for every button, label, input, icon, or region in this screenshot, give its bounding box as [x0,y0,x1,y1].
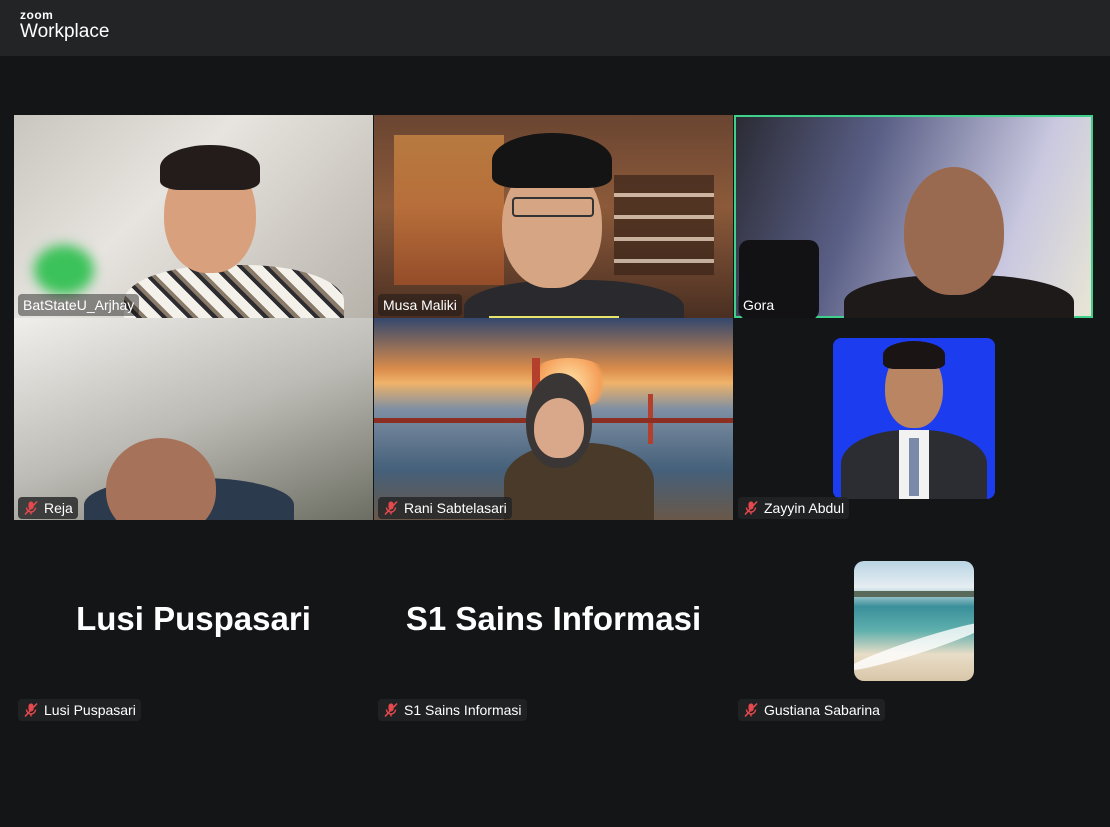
participant-tie [909,438,919,496]
beach-photo [854,561,974,681]
participant-hair [883,341,945,369]
muted-microphone-icon [23,500,39,516]
participant-display-name: S1 Sains Informasi [405,600,702,637]
participant-body [124,265,344,318]
profile-photo [833,338,995,499]
muted-microphone-icon [743,500,759,516]
participant-tile[interactable]: S1 Sains Informasi S1 Sains Informasi [374,520,733,723]
participant-name: Gustiana Sabarina [764,702,880,718]
participant-name: S1 Sains Informasi [404,702,522,718]
glasses [512,197,594,217]
brand-small: zoom [20,8,54,22]
participant-name: BatStateU_Arjhay [23,297,135,313]
background-shelf [614,175,714,275]
participant-name: Rani Sabtelasari [404,500,507,516]
participant-tile[interactable]: Gustiana Sabarina [734,520,1093,723]
participant-name-tag: Musa Maliki [378,294,462,316]
participant-name-tag: Lusi Puspasari [18,699,141,721]
title-bar: zoom Workplace [0,0,1110,56]
muted-microphone-icon [743,702,759,718]
participant-tile[interactable]: Rani Sabtelasari [374,318,733,521]
participant-body [464,280,684,318]
background-window [394,135,504,285]
participant-tile[interactable]: Zayyin Abdul [734,318,1093,521]
participant-head [106,438,216,521]
participant-name-tag: Gora [738,294,780,316]
green-object [34,245,94,295]
muted-microphone-icon [383,702,399,718]
participant-hair [160,145,260,190]
wave-foam [854,616,974,676]
participant-hair [492,133,612,188]
participant-display-name: Lusi Puspasari [76,600,311,637]
participant-name-tag: Rani Sabtelasari [378,497,512,519]
participant-head [904,167,1004,295]
participant-tile[interactable]: Reja [14,318,373,521]
participant-name-tag: Reja [18,497,78,519]
participant-name: Gora [743,297,775,313]
muted-microphone-icon [23,702,39,718]
distant-shore [854,591,974,597]
muted-microphone-icon [383,500,399,516]
participant-tile-active-speaker[interactable]: Gora [734,115,1093,318]
participant-name-tag: BatStateU_Arjhay [18,294,140,316]
participant-tile[interactable]: Lusi Puspasari Lusi Puspasari [14,520,373,723]
participant-name: Zayyin Abdul [764,500,845,516]
participant-name: Musa Maliki [383,297,457,313]
participant-tile[interactable]: BatStateU_Arjhay [14,115,373,318]
participant-name: Lusi Puspasari [44,702,136,718]
participant-name-tag: Zayyin Abdul [738,497,850,519]
participant-name-tag: S1 Sains Informasi [378,699,527,721]
zoom-workplace-logo: zoom Workplace [20,9,109,41]
participant-name-tag: Gustiana Sabarina [738,699,885,721]
participant-tile[interactable]: Musa Maliki [374,115,733,318]
brand-large: Workplace [20,21,110,42]
participant-face [534,398,584,458]
participant-name: Reja [44,500,73,516]
